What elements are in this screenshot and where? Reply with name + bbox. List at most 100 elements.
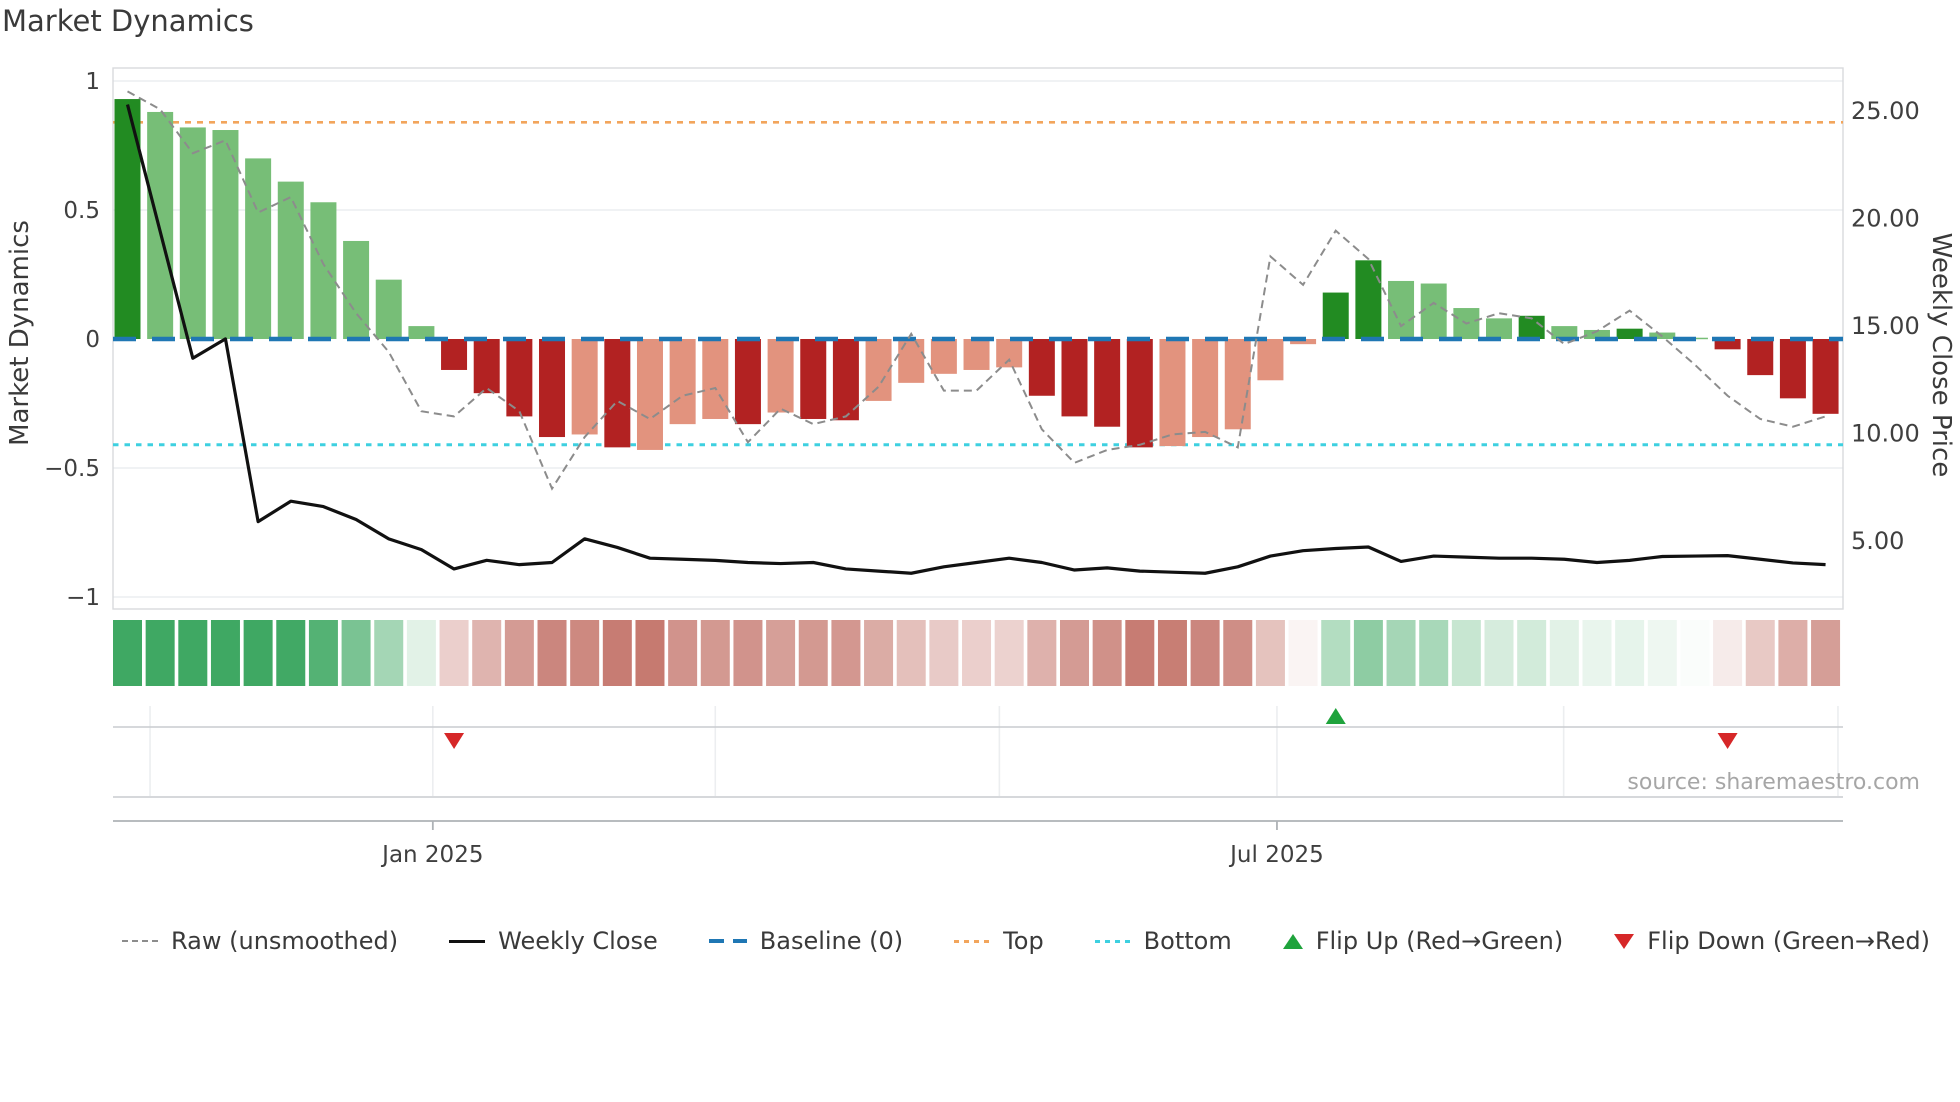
tick-label: 1	[85, 69, 100, 95]
legend-item-bottom: Bottom	[1094, 927, 1232, 955]
legend-label-flip-up: Flip Up (Red→Green)	[1315, 927, 1564, 955]
heatmap-cell	[308, 620, 338, 686]
legend-item-top: Top	[954, 927, 1044, 955]
baseline-swatch-icon	[708, 939, 747, 943]
oscillator-bar	[473, 339, 500, 394]
heatmap-cell	[243, 620, 273, 686]
tick-label: Jul 2025	[1228, 842, 1324, 868]
heatmap-cell	[1713, 620, 1743, 686]
legend-label-weekly-close: Weekly Close	[498, 927, 658, 955]
flip-up-triangle-icon	[1282, 933, 1303, 949]
heatmap-cell	[1582, 620, 1612, 686]
heatmap-cell	[1615, 620, 1645, 686]
heatmap-cell	[1811, 620, 1841, 686]
heatmap-cell	[1451, 620, 1481, 686]
heatmap-cell	[1353, 620, 1383, 686]
heatmap-cell	[145, 620, 175, 686]
heatmap-cell	[439, 620, 469, 686]
source-note: source: sharemaestro.com	[1627, 770, 1920, 795]
heatmap-cell	[962, 620, 992, 686]
oscillator-bar	[441, 339, 468, 370]
oscillator-bar	[636, 339, 663, 450]
heatmap-cell	[864, 620, 894, 686]
legend-label-top: Top	[1003, 927, 1044, 955]
flip-down-marker	[1717, 733, 1738, 749]
heatmap-cell	[733, 620, 763, 686]
heatmap-cell	[1092, 620, 1122, 686]
oscillator-bar	[1355, 260, 1382, 339]
heatmap-cell	[1745, 620, 1775, 686]
raw-line-swatch-icon	[122, 940, 158, 942]
tick-label: Jan 2025	[380, 842, 483, 868]
heatmap-cell	[1517, 620, 1547, 686]
oscillator-bar	[963, 339, 990, 370]
oscillator-bar	[800, 339, 827, 419]
heatmap-cell	[1484, 620, 1514, 686]
weekly-close-swatch-icon	[449, 939, 486, 943]
tick-label: 0.5	[63, 198, 100, 224]
heatmap-cell	[210, 620, 240, 686]
oscillator-bar	[767, 339, 794, 413]
legend-label-baseline: Baseline (0)	[759, 927, 904, 955]
heatmap-cell	[1386, 620, 1416, 686]
oscillator-bar	[1192, 339, 1219, 438]
oscillator-bar	[1747, 339, 1774, 376]
heatmap-cell	[1647, 620, 1677, 686]
heatmap-cell	[1125, 620, 1155, 686]
heatmap-cell	[1321, 620, 1351, 686]
heatmap-cell	[113, 620, 142, 686]
oscillator-bar	[996, 339, 1023, 368]
oscillator-bar	[1779, 339, 1806, 399]
heatmap-cell	[374, 620, 404, 686]
heatmap-cell	[831, 620, 861, 686]
oscillator-bar	[1094, 339, 1121, 427]
legend-label-bottom: Bottom	[1143, 927, 1232, 955]
legend-item-baseline: Baseline (0)	[708, 927, 904, 955]
heatmap-cell	[1778, 620, 1808, 686]
oscillator-bar	[865, 339, 892, 401]
oscillator-bar	[179, 127, 206, 339]
heatmap-cell	[276, 620, 306, 686]
legend: Raw (unsmoothed) Weekly Close Baseline (…	[0, 924, 1960, 958]
heatmap-cell	[406, 620, 436, 686]
heatmap-strip	[113, 620, 1841, 686]
tick-label: 0	[85, 327, 100, 353]
legend-item-weekly-close: Weekly Close	[449, 927, 658, 955]
tick-label: −1	[66, 585, 100, 611]
tick-label: −0.5	[44, 456, 100, 482]
oscillator-bar	[277, 181, 304, 339]
heatmap-cell	[668, 620, 698, 686]
oscillator-bar	[245, 158, 272, 339]
oscillator-bar	[702, 339, 729, 419]
figure: Market Dynamics Market Dynamics Weekly C…	[0, 0, 1960, 1102]
oscillator-bar	[539, 339, 566, 438]
flip-up-marker	[1325, 708, 1346, 724]
heatmap-cell	[178, 620, 208, 686]
heatmap-cell	[896, 620, 926, 686]
heatmap-cell	[766, 620, 796, 686]
oscillator-bar	[571, 339, 598, 435]
oscillator-bar	[1126, 339, 1153, 448]
heatmap-cell	[994, 620, 1024, 686]
oscillator-bar	[930, 339, 957, 374]
oscillator-bar	[604, 339, 631, 448]
heatmap-cell	[700, 620, 730, 686]
oscillator-bar	[669, 339, 696, 425]
tick-label: 20.00	[1851, 205, 1920, 233]
marker-axes	[113, 706, 1843, 822]
heatmap-cell	[1419, 620, 1449, 686]
oscillator-bar	[1224, 339, 1251, 430]
heatmap-cell	[1190, 620, 1220, 686]
legend-item-raw: Raw (unsmoothed)	[122, 927, 398, 955]
heatmap-cell	[537, 620, 567, 686]
legend-item-flip-up: Flip Up (Red→Green)	[1282, 927, 1564, 955]
reference-lines	[113, 120, 1843, 447]
heatmap-cell	[1288, 620, 1318, 686]
oscillator-bar	[375, 279, 402, 339]
flip-down-triangle-icon	[1614, 933, 1635, 949]
heatmap-cell	[570, 620, 600, 686]
heatmap-cell	[472, 620, 502, 686]
heatmap-cell	[504, 620, 534, 686]
oscillator-bar	[1388, 280, 1415, 339]
heatmap-cell	[602, 620, 632, 686]
